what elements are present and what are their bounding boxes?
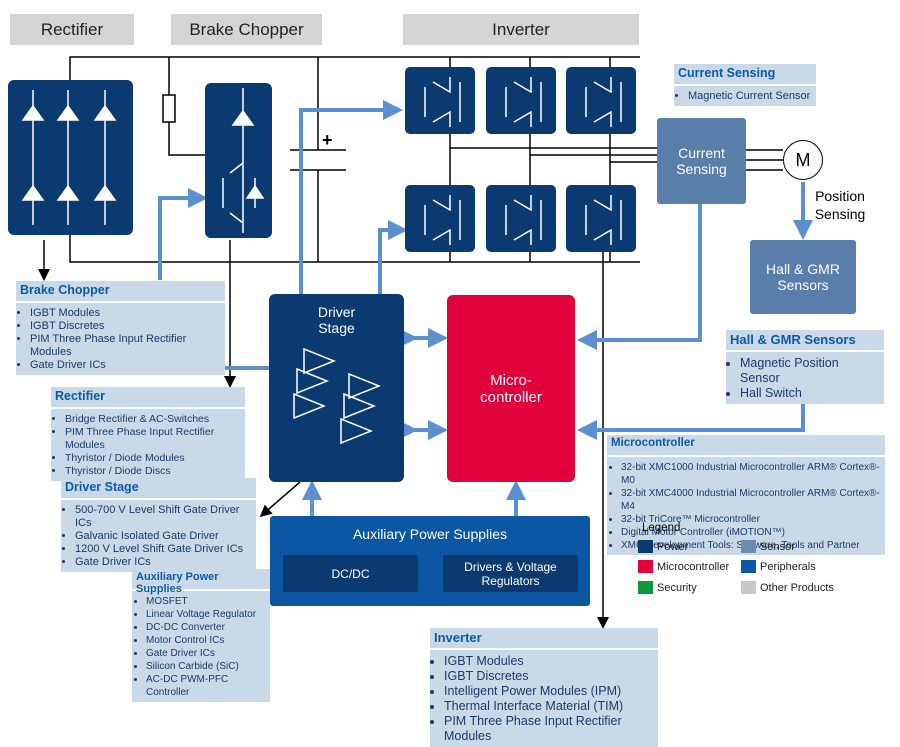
- legend-item: Sensor: [741, 540, 795, 553]
- info-item: Gate Driver ICs: [30, 359, 221, 372]
- info-item: IGBT Discretes: [444, 669, 654, 684]
- legend-item: Other Products: [741, 581, 834, 594]
- info-item: Silicon Carbide (SiC): [146, 660, 266, 673]
- info-item: Magnetic Position Sensor: [740, 356, 880, 386]
- info-item: DC-DC Converter: [146, 621, 266, 634]
- info-item: IGBT Modules: [444, 654, 654, 669]
- info-item: 32-bit XMC1000 Industrial Microcontrolle…: [621, 461, 881, 487]
- info-item: Galvanic Isolated Gate Driver: [75, 530, 252, 543]
- info-item: 1200 V Level Shift Gate Driver ICs: [75, 543, 252, 556]
- legend-swatch: [638, 560, 653, 573]
- info-item: Gate Driver ICs: [146, 647, 266, 660]
- current-sensing-block: Current Sensing: [657, 118, 746, 204]
- inverter-switch-grid: [405, 67, 640, 258]
- drivers-regulators-block: Drivers & Voltage Regulators: [443, 555, 578, 592]
- info-title: Hall & GMR Sensors: [726, 330, 884, 352]
- info-current-sensing: Current Sensing Magnetic Current Sensor: [674, 64, 816, 106]
- info-item: Gate Driver ICs: [75, 556, 252, 569]
- info-item: 500-700 V Level Shift Gate Driver ICs: [75, 504, 252, 530]
- current-sensing-label: Current Sensing: [676, 145, 727, 177]
- info-item: AC-DC PWM-PFC Controller: [146, 673, 266, 699]
- info-item: Thyristor / Diode Modules: [65, 452, 241, 465]
- info-item: Motor Control ICs: [146, 634, 266, 647]
- info-item: Thyristor / Diode Discs: [65, 465, 241, 478]
- info-item: IGBT Modules: [30, 307, 221, 320]
- info-title: Rectifier: [51, 387, 245, 409]
- info-item: Hall Switch: [740, 386, 880, 401]
- amplifier-icon: [293, 347, 382, 445]
- info-driver-stage: Driver Stage 500-700 V Level Shift Gate …: [61, 478, 256, 572]
- info-title: Brake Chopper: [16, 281, 225, 303]
- info-item: MOSFET: [146, 595, 266, 608]
- rectifier-block: [8, 80, 133, 235]
- info-inverter: Inverter IGBT ModulesIGBT DiscretesIntel…: [430, 628, 658, 747]
- info-title: Auxiliary Power Supplies: [132, 569, 270, 595]
- info-rectifier: Rectifier Bridge Rectifier & AC-Switches…: [51, 387, 245, 481]
- info-item: IGBT Discretes: [30, 320, 221, 333]
- info-aux-power: Auxiliary Power Supplies MOSFETLinear Vo…: [132, 569, 270, 702]
- info-hall-gmr: Hall & GMR Sensors Magnetic Position Sen…: [726, 330, 884, 404]
- legend-swatch: [741, 540, 756, 553]
- legend-item: Power: [638, 540, 688, 553]
- legend-label: Other Products: [760, 581, 834, 594]
- motor-label: M: [795, 149, 811, 170]
- info-item: PIM Three Phase Input Rectifier Modules: [65, 426, 241, 452]
- legend-label: Microcontroller: [657, 560, 730, 573]
- legend-item: Microcontroller: [638, 560, 729, 573]
- legend-item: Security: [638, 581, 697, 594]
- capacitor-plus-label: +: [322, 130, 333, 150]
- legend-swatch: [638, 540, 653, 553]
- microcontroller-block: Micro-controller: [447, 295, 575, 482]
- legend-label: Security: [657, 581, 697, 594]
- drivers-regulators-label: Drivers & Voltage Regulators: [464, 559, 557, 588]
- info-microcontroller: Microcontroller 32-bit XMC1000 Industria…: [607, 435, 885, 555]
- legend-label: Power: [657, 540, 689, 553]
- info-item: Bridge Rectifier & AC-Switches: [65, 413, 241, 426]
- info-title: Microcontroller: [607, 435, 885, 457]
- info-title: Driver Stage: [61, 478, 256, 500]
- info-brake-chopper: Brake Chopper IGBT ModulesIGBT Discretes…: [16, 281, 225, 375]
- legend-item: Peripherals: [741, 560, 816, 573]
- info-item: PIM Three Phase Input Rectifier Modules: [30, 333, 221, 359]
- diode-bridge-icon: [21, 90, 117, 225]
- info-item: PIM Three Phase Input Rectifier Modules: [444, 714, 654, 744]
- info-item: Intelligent Power Modules (IPM): [444, 684, 654, 699]
- brake-chopper-block: [205, 83, 272, 238]
- legend-title: Legend: [642, 522, 681, 534]
- legend-swatch: [638, 581, 653, 594]
- info-item: Thermal Interface Material (TIM): [444, 699, 654, 714]
- microcontroller-label: Micro-controller: [480, 371, 542, 406]
- hall-gmr-block: Hall & GMR Sensors: [750, 240, 856, 314]
- motor-symbol: M: [783, 140, 823, 180]
- legend-swatch: [741, 581, 756, 594]
- info-title: Current Sensing: [674, 64, 816, 86]
- dcdc-label: DC/DC: [331, 566, 370, 581]
- legend-swatch: [741, 560, 756, 573]
- igbt-switches-icon: [405, 67, 636, 252]
- driver-stage-block: Driver Stage: [269, 294, 404, 482]
- position-sensing-label: Position Sensing: [814, 188, 866, 222]
- legend-label: Sensor: [760, 540, 795, 553]
- info-item: Magnetic Current Sensor: [688, 90, 812, 103]
- info-item: Linear Voltage Regulator: [146, 608, 266, 621]
- hall-gmr-label: Hall & GMR Sensors: [766, 261, 840, 293]
- aux-power-label: Auxiliary Power Supplies: [352, 526, 508, 542]
- legend-label: Peripherals: [760, 560, 816, 573]
- info-title: Inverter: [430, 628, 658, 650]
- igbt-icon: [222, 88, 265, 233]
- info-item: 32-bit XMC4000 Industrial Microcontrolle…: [621, 487, 881, 513]
- dcdc-block: DC/DC: [283, 555, 418, 592]
